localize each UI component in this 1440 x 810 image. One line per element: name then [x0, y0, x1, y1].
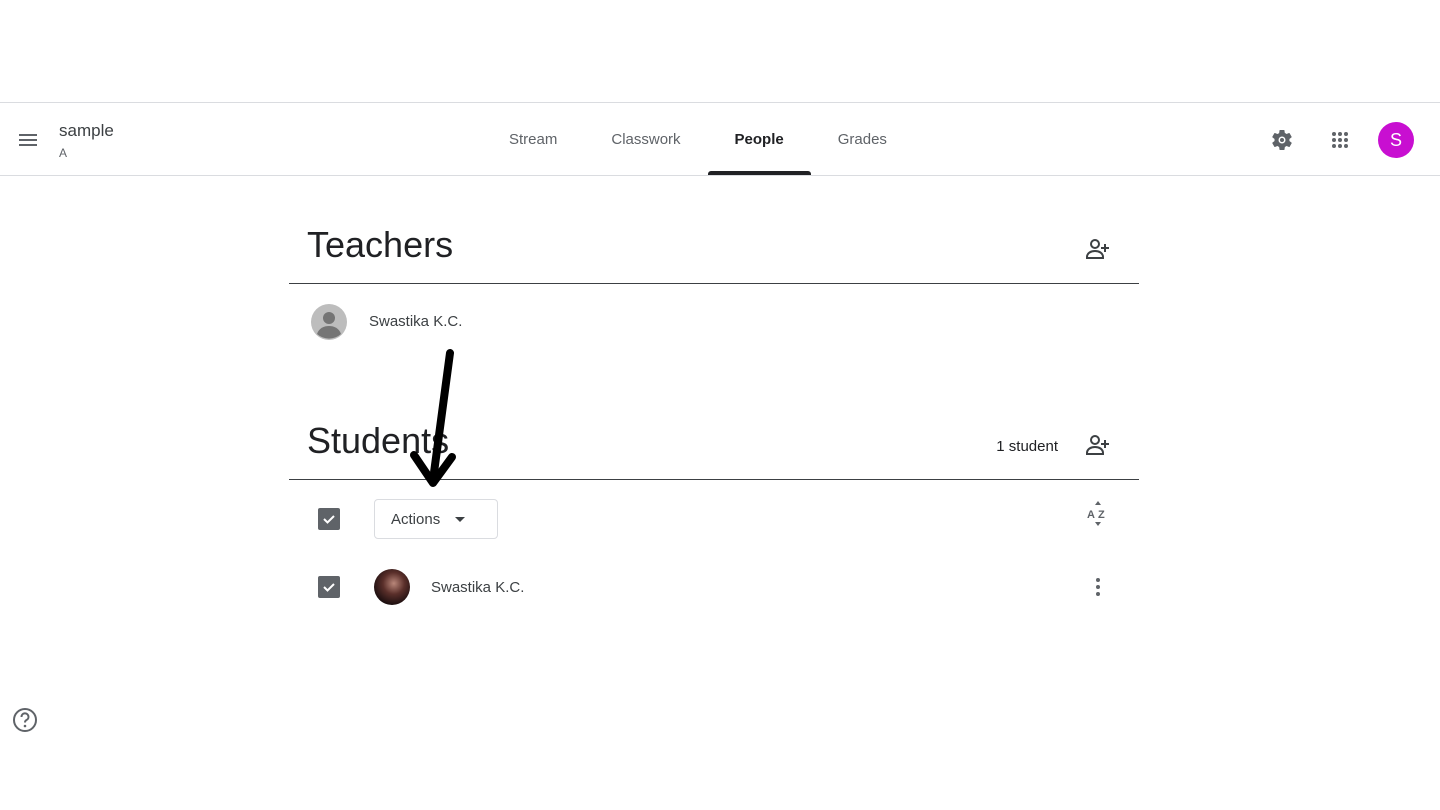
class-title[interactable]: sample	[59, 121, 114, 141]
settings-button[interactable]	[1262, 120, 1302, 160]
dropdown-arrow-icon	[455, 517, 466, 522]
add-person-icon	[1086, 435, 1109, 455]
header-actions: S	[1262, 120, 1414, 160]
students-header: Students 1 student	[289, 360, 1139, 480]
invite-teachers-button[interactable]	[1083, 234, 1113, 264]
google-apps-button[interactable]	[1320, 120, 1360, 160]
top-app-bar: sample A Stream Classwork People Grades …	[0, 102, 1440, 176]
tab-people[interactable]: People	[707, 103, 811, 175]
student-name: Swastika K.C.	[431, 579, 525, 596]
students-toolbar: Actions A Z	[289, 480, 1139, 552]
actions-dropdown[interactable]: Actions	[374, 499, 498, 539]
more-vert-icon	[1096, 578, 1100, 596]
teachers-title: Teachers	[307, 224, 454, 265]
tab-grades[interactable]: Grades	[811, 103, 914, 175]
student-count: 1 student	[996, 438, 1058, 455]
apps-grid-icon	[1332, 132, 1348, 148]
actions-label: Actions	[391, 510, 441, 528]
teacher-row: Swastika K.C.	[289, 284, 1139, 360]
gear-icon	[1272, 130, 1292, 151]
select-all-checkbox[interactable]	[318, 508, 340, 530]
check-icon	[323, 583, 335, 592]
check-icon	[323, 515, 335, 524]
people-content: Teachers Swastika K.C. Students 1 studen…	[289, 176, 1139, 622]
add-person-icon	[1086, 239, 1109, 259]
student-row[interactable]: Swastika K.C.	[289, 552, 1139, 622]
menu-icon	[19, 134, 37, 146]
students-title: Students	[307, 420, 450, 461]
svg-text:A: A	[1087, 509, 1095, 521]
help-icon[interactable]	[12, 707, 38, 733]
main-menu-button[interactable]	[8, 120, 48, 160]
svg-text:Z: Z	[1098, 509, 1105, 521]
sort-az-icon: A Z	[1087, 501, 1105, 526]
student-checkbox[interactable]	[318, 576, 340, 598]
student-more-button[interactable]	[1083, 572, 1113, 602]
teachers-header: Teachers	[289, 176, 1139, 284]
teacher-name: Swastika K.C.	[369, 313, 463, 330]
student-avatar	[374, 569, 410, 605]
default-avatar-icon	[311, 304, 347, 340]
sort-button[interactable]: A Z	[1083, 499, 1113, 529]
invite-students-button[interactable]	[1083, 430, 1113, 460]
tab-stream[interactable]: Stream	[482, 103, 584, 175]
class-section: A	[59, 146, 68, 160]
tab-classwork[interactable]: Classwork	[584, 103, 707, 175]
account-avatar[interactable]: S	[1378, 122, 1414, 158]
class-tabs: Stream Classwork People Grades	[482, 103, 914, 175]
